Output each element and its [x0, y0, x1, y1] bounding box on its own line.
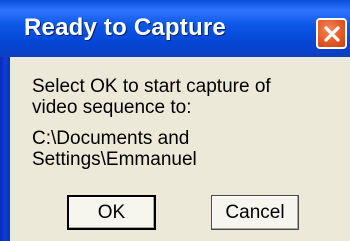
message-line: video sequence to: [32, 97, 192, 118]
close-icon [322, 24, 342, 44]
ok-button[interactable]: OK [67, 195, 156, 230]
title-bar[interactable]: Ready to Capture [0, 0, 350, 57]
dialog-message: Select OK to start capture of video sequ… [32, 76, 271, 170]
message-line: Select OK to start capture of [32, 76, 271, 97]
capture-dialog: Ready to Capture Select OK to start capt… [0, 0, 350, 241]
close-button[interactable] [316, 18, 347, 49]
dialog-title: Ready to Capture [24, 14, 226, 41]
path-line: Settings\Emmanuel [32, 149, 197, 170]
path-line: C:\Documents and [32, 128, 190, 149]
cancel-button[interactable]: Cancel [211, 195, 299, 230]
